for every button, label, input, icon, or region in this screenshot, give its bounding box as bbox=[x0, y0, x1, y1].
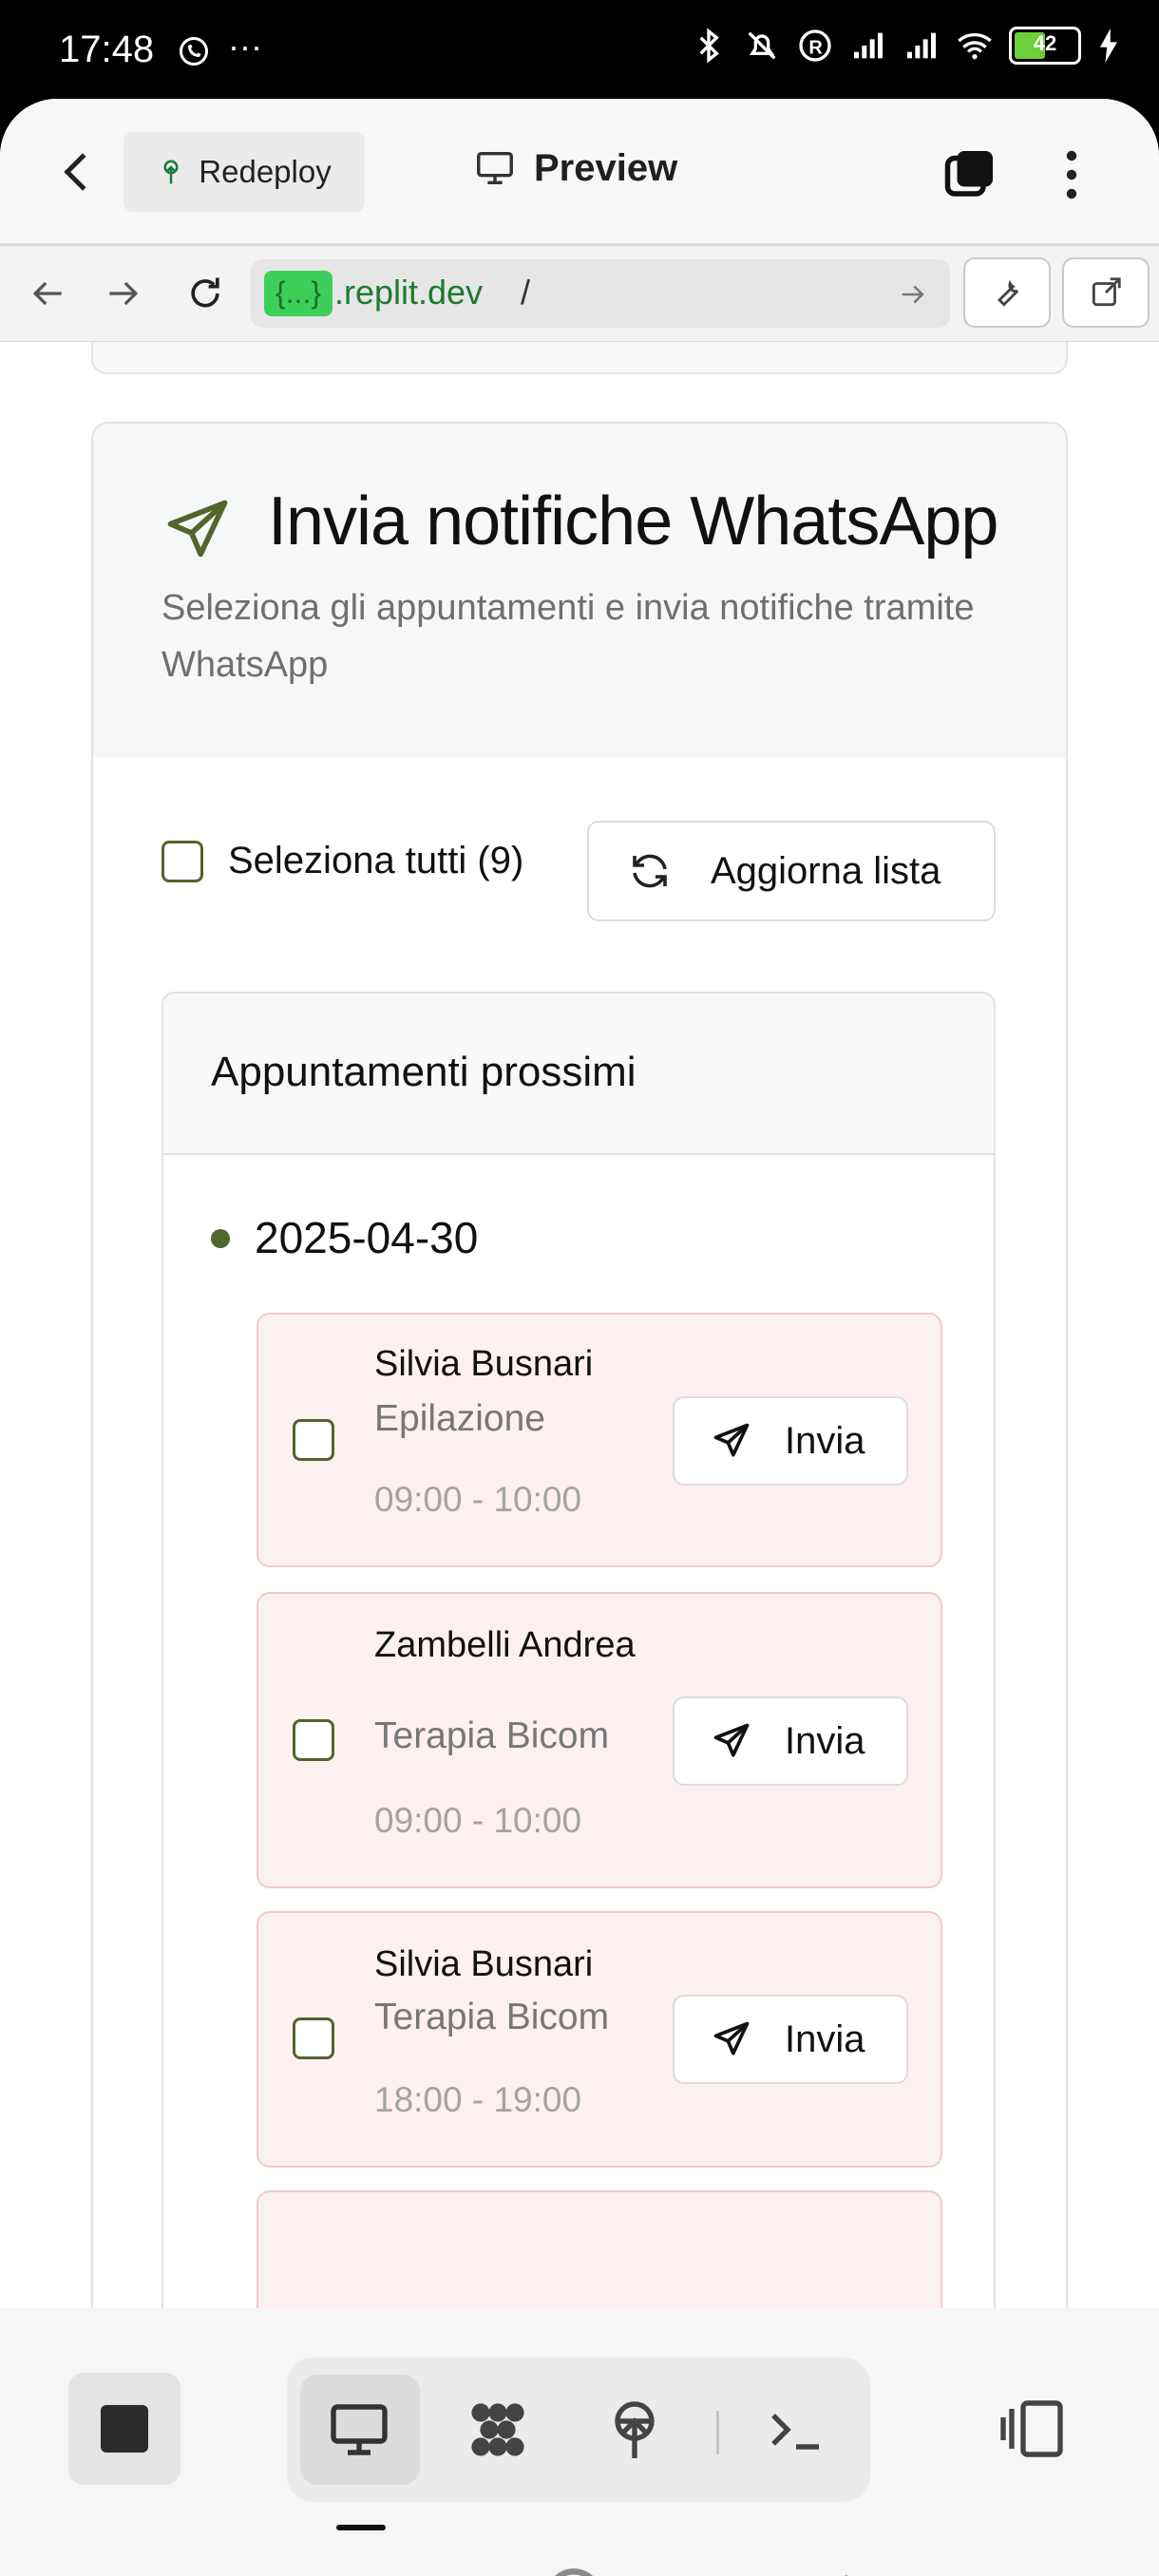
monitor-icon bbox=[477, 151, 513, 185]
appointment-item bbox=[256, 2190, 942, 2308]
appointments-panel: Appuntamenti prossimi 2025-04-30 Silvia … bbox=[162, 992, 996, 2308]
view-switcher bbox=[287, 2358, 870, 2502]
appointment-item: Silvia Busnari Terapia Bicom 18:00 - 19:… bbox=[256, 1911, 942, 2168]
more-dots-icon: ··· bbox=[228, 27, 262, 66]
monitor-icon[interactable] bbox=[325, 2396, 393, 2464]
redeploy-button[interactable]: Redeploy bbox=[124, 132, 365, 212]
service-name: Epilazione bbox=[374, 1398, 545, 1439]
card-title: Invia notifiche WhatsApp bbox=[268, 483, 998, 559]
signal-icon bbox=[854, 32, 883, 59]
nav-forward-icon[interactable] bbox=[103, 273, 144, 314]
url-bar: {...} .replit.dev / bbox=[0, 246, 1159, 343]
select-all[interactable]: Seleziona tutti (9) bbox=[162, 840, 523, 882]
preview-label: Preview bbox=[534, 146, 678, 189]
appointment-item: Silvia Busnari Epilazione 09:00 - 10:00 … bbox=[256, 1313, 942, 1567]
send-icon bbox=[713, 2021, 750, 2055]
battery-icon: 42 bbox=[1009, 27, 1081, 65]
service-name: Terapia Bicom bbox=[374, 1997, 610, 2037]
whatsapp-card: Invia notifiche WhatsApp Seleziona gli a… bbox=[91, 422, 1068, 2308]
date-label: 2025-04-30 bbox=[255, 1213, 479, 1262]
appointment-checkbox[interactable] bbox=[293, 1719, 334, 1761]
split-layout-icon[interactable] bbox=[998, 2397, 1066, 2460]
appointments-header: Appuntamenti prossimi bbox=[163, 994, 994, 1155]
appointments-title: Appuntamenti prossimi bbox=[211, 1049, 636, 1095]
refresh-icon bbox=[633, 854, 667, 888]
url-host: .replit.dev bbox=[334, 273, 484, 312]
appointment-checkbox[interactable] bbox=[293, 1419, 334, 1461]
signal-icon bbox=[907, 32, 936, 59]
preview-tab[interactable]: Preview bbox=[473, 146, 677, 190]
devtools-button[interactable] bbox=[963, 257, 1051, 328]
external-link-icon bbox=[1092, 277, 1121, 307]
system-nav-bar bbox=[0, 2530, 1159, 2576]
home-icon[interactable] bbox=[543, 2567, 604, 2576]
stop-button[interactable] bbox=[68, 2373, 180, 2485]
go-arrow-icon[interactable] bbox=[897, 278, 929, 311]
agent-icon[interactable] bbox=[464, 2396, 532, 2464]
url-chip: {...} bbox=[264, 271, 332, 316]
tabs-icon[interactable] bbox=[940, 146, 998, 203]
refresh-list-button[interactable]: Aggiorna lista bbox=[587, 821, 996, 921]
whatsapp-icon bbox=[180, 37, 208, 66]
deploy-icon bbox=[163, 160, 179, 184]
send-button[interactable]: Invia bbox=[673, 1696, 908, 1786]
bell-off-icon bbox=[748, 31, 776, 60]
refresh-label: Aggiorna lista bbox=[711, 849, 941, 892]
status-time: 17:48 bbox=[59, 28, 155, 70]
send-label: Invia bbox=[785, 2017, 865, 2060]
replit-app: Redeploy Preview {...} .replit.dev / Inv… bbox=[0, 99, 1159, 2576]
open-external-button[interactable] bbox=[1062, 257, 1150, 328]
send-icon bbox=[167, 500, 228, 558]
wifi-icon bbox=[958, 33, 992, 60]
send-label: Invia bbox=[785, 1719, 865, 1762]
stop-icon bbox=[101, 2405, 148, 2453]
send-button[interactable]: Invia bbox=[673, 1396, 908, 1486]
web-preview: Invia notifiche WhatsApp Seleziona gli a… bbox=[0, 342, 1159, 2308]
client-name: Silvia Busnari bbox=[374, 1344, 594, 1384]
select-all-checkbox[interactable] bbox=[162, 840, 203, 882]
date-bullet bbox=[211, 1229, 230, 1248]
charging-icon bbox=[1100, 28, 1117, 63]
client-name: Silvia Busnari bbox=[374, 1944, 594, 1984]
battery-level: 42 bbox=[1033, 31, 1057, 55]
wrench-icon bbox=[998, 279, 1019, 307]
select-all-label: Seleziona tutti (9) bbox=[228, 840, 524, 881]
appointment-time: 18:00 - 19:00 bbox=[374, 2080, 582, 2119]
status-icons: R 42 bbox=[690, 27, 1121, 65]
top-bar: Redeploy Preview bbox=[0, 99, 1159, 243]
nav-back-icon[interactable] bbox=[27, 273, 68, 314]
send-icon bbox=[713, 1423, 750, 1457]
status-bar: 17:48 ··· R 42 bbox=[0, 0, 1159, 104]
back-icon[interactable] bbox=[52, 146, 104, 198]
registered-icon: R bbox=[799, 29, 831, 62]
reload-icon[interactable] bbox=[184, 273, 226, 314]
client-name: Zambelli Andrea bbox=[374, 1625, 636, 1665]
url-input[interactable]: {...} .replit.dev / bbox=[251, 259, 950, 328]
redeploy-label: Redeploy bbox=[199, 154, 332, 189]
send-label: Invia bbox=[785, 1419, 865, 1462]
tab-separator bbox=[716, 2411, 719, 2454]
service-name: Terapia Bicom bbox=[374, 1715, 610, 1756]
deploy-icon[interactable] bbox=[600, 2396, 669, 2464]
previous-card bbox=[91, 342, 1068, 374]
appointment-item: Zambelli Andrea Terapia Bicom 09:00 - 10… bbox=[256, 1592, 942, 1888]
appointment-checkbox[interactable] bbox=[293, 2017, 334, 2059]
card-subtitle: Seleziona gli appuntamenti e invia notif… bbox=[162, 588, 975, 685]
bluetooth-icon bbox=[699, 28, 719, 64]
terminal-icon[interactable] bbox=[762, 2396, 830, 2464]
kebab-menu-icon[interactable] bbox=[1054, 144, 1089, 205]
appointment-time: 09:00 - 10:00 bbox=[374, 1801, 582, 1840]
appointment-time: 09:00 - 10:00 bbox=[374, 1480, 582, 1519]
svg-text:R: R bbox=[808, 37, 823, 58]
send-icon bbox=[713, 1723, 750, 1757]
back-nav-icon[interactable] bbox=[804, 2572, 853, 2576]
card-header: Invia notifiche WhatsApp Seleziona gli a… bbox=[93, 424, 1066, 758]
url-path: / bbox=[521, 273, 531, 312]
send-button[interactable]: Invia bbox=[673, 1995, 908, 2084]
